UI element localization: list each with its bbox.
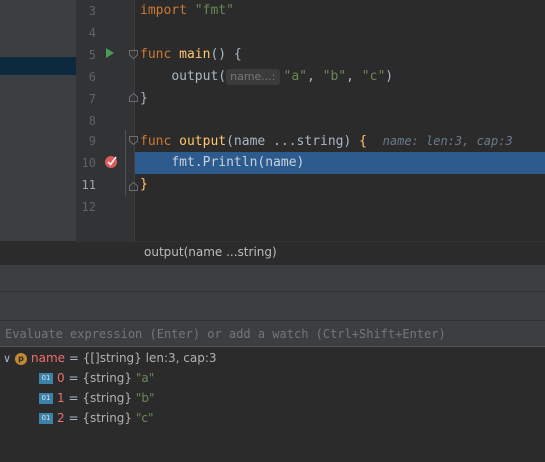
code-text: (name ...string) [226, 134, 360, 149]
parameter-badge-icon: p [15, 352, 27, 365]
line-number: 10 [81, 156, 96, 170]
code-text: fmt.Println(name) [171, 155, 305, 170]
line-number: 8 [88, 114, 96, 128]
function-name: main [179, 47, 211, 62]
keyword: import [140, 3, 187, 18]
evaluate-expression-input[interactable] [3, 325, 545, 343]
field-badge-icon: 01 [39, 393, 53, 404]
variable-row-child[interactable]: 01 0 = {string} "a" [39, 368, 154, 388]
code-text: } [140, 91, 148, 106]
line-number-current: 11 [81, 178, 96, 192]
code-text: , [307, 69, 323, 84]
variable-name: 2 [57, 411, 65, 425]
variable-row-child[interactable]: 01 1 = {string} "b" [39, 388, 155, 408]
variable-equals: = [65, 351, 83, 365]
code-line-9[interactable]: func output(name ...string) { name: len:… [140, 130, 513, 152]
parameter-hint: name...: [226, 69, 280, 85]
fold-marker-icon[interactable] [129, 182, 138, 191]
code-line-11[interactable]: } [140, 174, 148, 196]
variable-type: {string} [82, 411, 136, 425]
code-text: , [346, 69, 362, 84]
code-text: ) [385, 69, 394, 84]
string-literal: "c" [361, 69, 386, 84]
variable-row-root[interactable]: ∨ p name = {[]string} len:3, cap:3 [3, 348, 217, 368]
debug-toolbar [0, 292, 545, 321]
variable-type: {string} [82, 371, 136, 385]
scope-bracket-line [125, 130, 126, 196]
variable-name: 0 [57, 371, 65, 385]
function-name: output [179, 134, 227, 149]
run-gutter-icon[interactable] [105, 47, 115, 59]
line-number: 5 [88, 48, 96, 62]
debug-tool-header [0, 265, 545, 292]
line-number: 12 [81, 200, 96, 214]
project-panel [0, 0, 76, 241]
variable-type: {string} [82, 391, 136, 405]
variable-type: {[]string} [82, 351, 142, 365]
code-line-10[interactable]: fmt.Println(name) [140, 152, 304, 174]
code-line-7[interactable]: } [140, 88, 148, 110]
breadcrumb[interactable]: output(name ...string) [144, 245, 277, 259]
variable-value: "a" [135, 371, 155, 385]
string-literal: "a" [283, 69, 307, 84]
code-line-3[interactable]: import "fmt" [140, 0, 234, 22]
line-number: 9 [88, 134, 96, 148]
breakpoint-check-icon[interactable] [104, 154, 118, 168]
variable-name: name [31, 351, 66, 365]
string-literal: "b" [322, 69, 347, 84]
project-selected-row[interactable] [0, 57, 76, 75]
variable-equals: = [64, 371, 83, 385]
fold-marker-icon[interactable] [129, 93, 138, 102]
variable-equals: = [64, 411, 83, 425]
keyword: func [140, 47, 172, 62]
variable-value: "c" [135, 411, 154, 425]
line-number: 7 [88, 92, 96, 106]
field-badge-icon: 01 [39, 373, 53, 384]
gutter-divider [134, 0, 135, 241]
code-text: () { [210, 47, 242, 62]
fold-marker-icon[interactable] [129, 136, 138, 145]
line-number: 6 [88, 70, 96, 84]
code-line-5[interactable]: func main() { [140, 44, 242, 66]
variable-value: "b" [135, 391, 155, 405]
line-number: 3 [88, 4, 96, 18]
variable-name: 1 [57, 391, 65, 405]
field-badge-icon: 01 [39, 413, 53, 424]
code-line-6[interactable]: output(name...: "a", "b", "c") [140, 66, 393, 88]
variable-equals: = [64, 391, 83, 405]
inline-debug-value: name: len:3, cap:3 [382, 134, 513, 148]
keyword: func [140, 134, 172, 149]
fold-marker-icon[interactable] [129, 50, 138, 59]
code-text: output( [171, 69, 227, 84]
variable-value: len:3, cap:3 [141, 351, 217, 365]
line-number: 4 [88, 26, 96, 40]
variable-row-child[interactable]: 01 2 = {string} "c" [39, 408, 154, 428]
matched-brace: { [359, 134, 367, 149]
matched-brace: } [140, 177, 148, 192]
chevron-down-icon[interactable]: ∨ [3, 349, 15, 369]
string-literal: "fmt" [194, 3, 234, 18]
